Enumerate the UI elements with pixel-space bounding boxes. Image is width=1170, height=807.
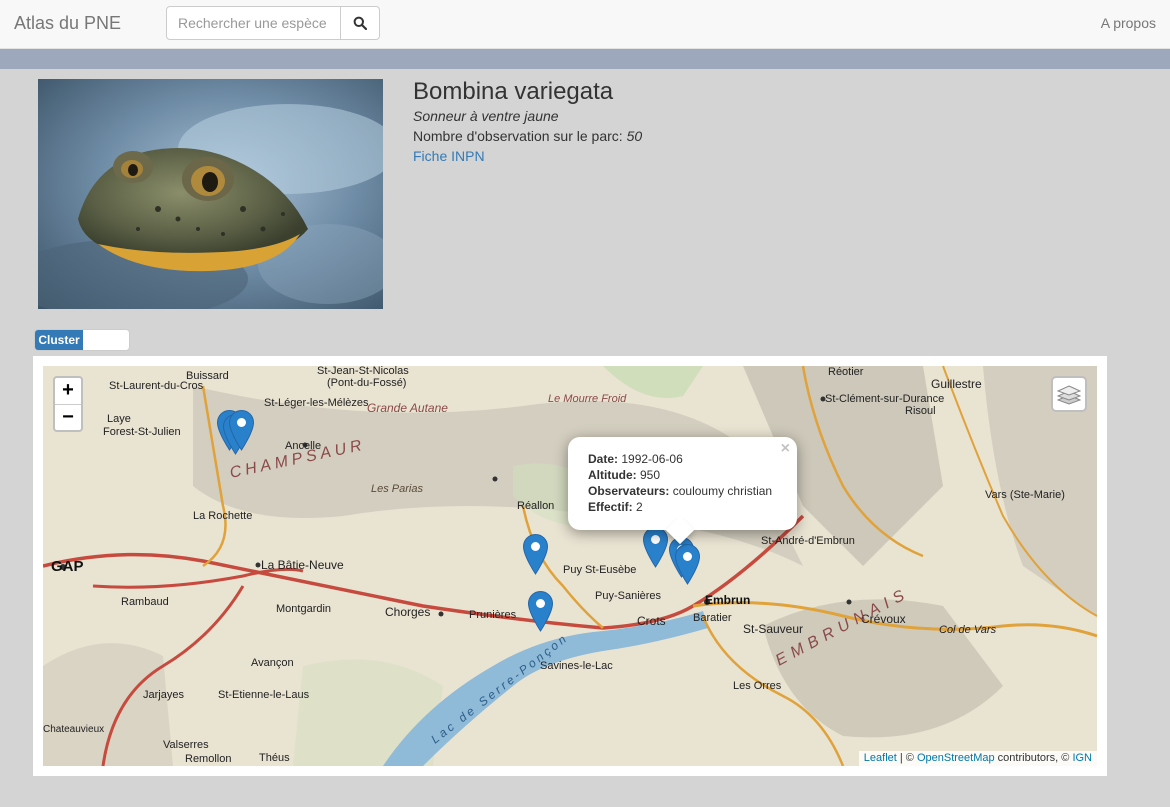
popup-altitude: Altitude: 950 (588, 468, 661, 482)
map-place-label: Réotier (828, 366, 864, 378)
map-place-label: Forest-St-Julien (103, 426, 181, 438)
species-info: Bombina variegata Sonneur à ventre jaune… (413, 79, 642, 166)
map-attribution: Leaflet | © OpenStreetMap contributors, … (858, 751, 1097, 766)
map-place-label: Réallon (517, 500, 554, 512)
map-place-label: Valserres (163, 739, 209, 751)
map-place-label: St-Jean-St-Nicolas (317, 366, 409, 377)
map-place-label: Remollon (185, 753, 231, 765)
map-place-label: Montgardin (276, 603, 331, 615)
map-place-label: La Bâtie-Neuve (261, 558, 344, 572)
map-place-label: Grande Autane (367, 401, 448, 415)
observation-label: Nombre d'observation sur le parc: (413, 128, 627, 144)
map-marker-icon (228, 410, 255, 451)
map-place-label: Laye (107, 413, 131, 425)
observation-map[interactable]: St-Jean-St-Nicolas (Pont-du-Fossé) St-Lé… (43, 366, 1097, 766)
map-place-label: St-Sauveur (743, 622, 803, 636)
observation-popup: × Date: 1992-06-06 Altitude: 950 Observa… (568, 437, 797, 545)
layers-icon (1057, 385, 1081, 405)
map-place-label: Avançon (251, 657, 294, 669)
layers-control-button[interactable] (1051, 376, 1087, 412)
map-place-label: Risoul (905, 405, 936, 417)
map-place-label: St-Etienne-le-Laus (218, 689, 310, 701)
map-place-label: Col de Vars (939, 624, 997, 636)
search-button[interactable] (341, 6, 380, 40)
map-place-label: Théus (259, 752, 290, 764)
map-place-label: Savines-le-Lac (540, 660, 613, 672)
species-search-input[interactable] (166, 6, 341, 40)
frog-illustration (38, 79, 383, 309)
observation-count-line: Nombre d'observation sur le parc: 50 (413, 126, 642, 146)
map-place-label: Crots (637, 614, 666, 628)
map-place-label: Puy St-Eusèbe (563, 564, 636, 576)
map-place-label: Baratier (693, 612, 732, 624)
osm-link[interactable]: OpenStreetMap (917, 752, 995, 764)
map-place-label: Puy-Sanières (595, 590, 662, 602)
species-photo (38, 79, 383, 309)
map-place-label: Le Mourre Froid (548, 393, 627, 405)
map-marker-icon (527, 591, 554, 632)
cluster-toggle[interactable]: Cluster (34, 329, 130, 351)
observation-count: 50 (626, 128, 643, 144)
map-marker-icon (522, 534, 549, 575)
zoom-out-button[interactable]: − (55, 404, 81, 430)
popup-date: Date: 1992-06-06 (588, 452, 683, 466)
observation-marker[interactable] (228, 410, 255, 451)
observation-marker[interactable] (674, 544, 701, 585)
observation-marker[interactable] (642, 527, 669, 568)
map-place-label: Lac de Serre-Ponçon (428, 630, 571, 746)
map-place-label: Les Orres (733, 680, 782, 692)
map-place-label: St-Clément-sur-Durance (825, 393, 944, 405)
map-place-label: Chorges (385, 605, 430, 619)
map-place-label: Chateauvieux (43, 724, 104, 735)
map-place-label: La Rochette (193, 510, 252, 522)
map-place-label: Jarjayes (143, 689, 184, 701)
map-marker-icon (642, 527, 669, 568)
map-place-label: Prunières (469, 609, 517, 621)
map-place-label: St-Léger-les-Mélèzes (264, 397, 369, 409)
map-place-label: St-André-d'Embrun (761, 535, 855, 547)
species-common-name: Sonneur à ventre jaune (413, 108, 559, 124)
zoom-control: + − (53, 376, 83, 432)
map-marker-icon (674, 544, 701, 585)
navbar: Atlas du PNE A propos (0, 0, 1170, 49)
brand-link[interactable]: Atlas du PNE (14, 13, 121, 34)
map-place-label: Embrun (705, 593, 750, 607)
zoom-in-button[interactable]: + (55, 378, 81, 404)
map-place-label: Vars (Ste-Marie) (985, 489, 1065, 501)
map-place-labels: St-Jean-St-Nicolas (Pont-du-Fossé) St-Lé… (43, 366, 1065, 765)
ign-link[interactable]: IGN (1072, 752, 1092, 764)
popup-observers: Observateurs: couloumy christian (588, 484, 773, 498)
popup-effectif: Effectif: 2 (588, 500, 643, 514)
map-place-label: Guillestre (931, 377, 982, 391)
leaflet-link[interactable]: Leaflet (864, 752, 897, 764)
search-icon (353, 16, 367, 30)
species-scientific-name: Bombina variegata (413, 78, 614, 105)
map-place-label: Rambaud (121, 596, 169, 608)
about-link[interactable]: A propos (1101, 15, 1156, 31)
popup-close-button[interactable]: × (781, 441, 790, 457)
observation-marker[interactable] (527, 591, 554, 632)
header-band (0, 49, 1170, 69)
cluster-toggle-label: Cluster (35, 330, 83, 350)
map-place-label: GAP (51, 558, 84, 575)
search-form (166, 6, 380, 40)
map-frame: St-Jean-St-Nicolas (Pont-du-Fossé) St-Lé… (33, 356, 1107, 776)
map-place-label: St-Laurent-du-Cros (109, 380, 204, 392)
observation-marker[interactable] (522, 534, 549, 575)
map-place-label: (Pont-du-Fossé) (327, 377, 406, 389)
inpn-link[interactable]: Fiche INPN (413, 146, 485, 166)
map-place-label: Les Parias (371, 483, 423, 495)
